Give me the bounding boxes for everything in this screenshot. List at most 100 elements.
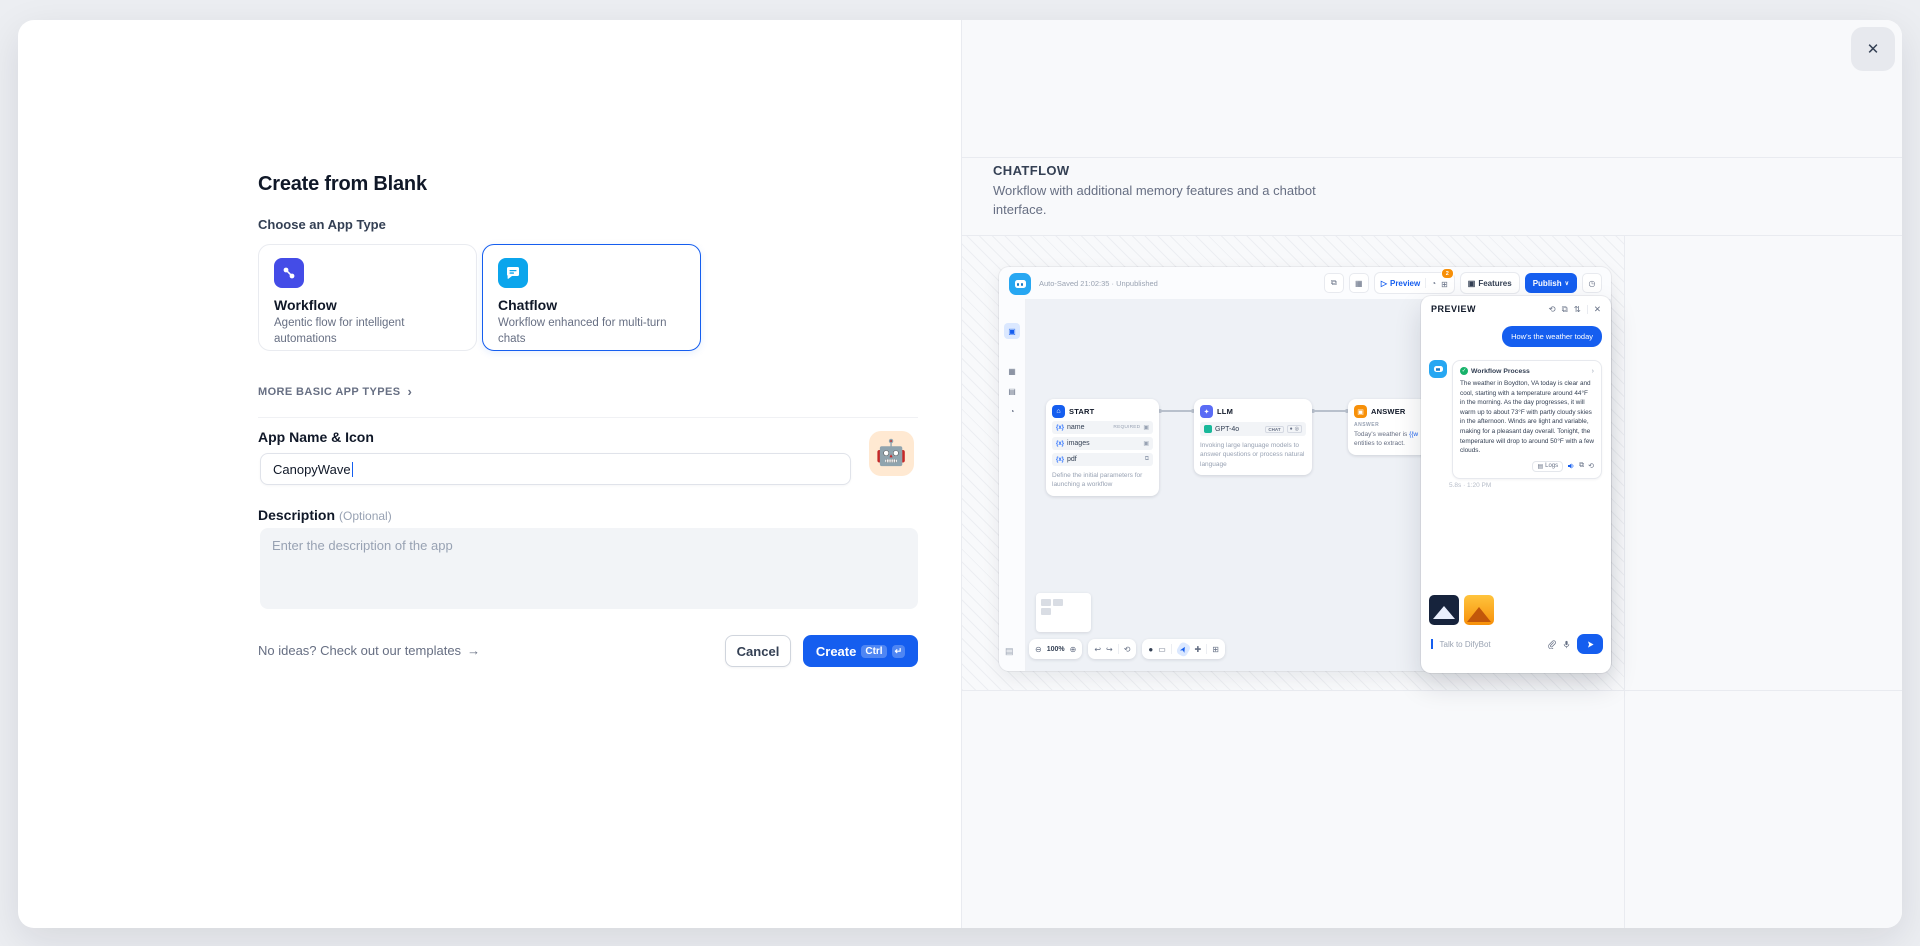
start-node-icon: ⌂: [1052, 405, 1065, 418]
field-type-icon: ▣: [1143, 424, 1149, 431]
bot-message-card: ✓ Workflow Process › The weather in Boyd…: [1452, 360, 1602, 479]
history-icon: ⟲: [1124, 645, 1131, 654]
app-name-value: CanopyWave: [273, 462, 351, 477]
editor-grid-button: ▦: [1349, 273, 1369, 293]
templates-link[interactable]: No ideas? Check out our templates →: [258, 643, 480, 658]
chevron-right-icon: ›: [1592, 368, 1594, 375]
autosave-status: Auto-Saved 21:02:35 · Unpublished: [1039, 279, 1158, 288]
send-button: [1577, 634, 1603, 654]
enter-key-badge: ↵: [892, 645, 906, 658]
user-message-bubble: How's the weather today: [1502, 326, 1602, 347]
sidebar-notes-icon: ▤: [1004, 383, 1020, 399]
text-cursor: [1431, 639, 1433, 649]
start-field-row: {x} images ▣: [1052, 437, 1153, 450]
toolbar-separator: [1171, 644, 1172, 654]
app-type-name: Chatflow: [498, 297, 685, 313]
arrow-right-icon: →: [467, 643, 480, 658]
expand-icon: ⧉: [1562, 304, 1568, 315]
paperclip-icon: [1547, 640, 1556, 649]
zoom-level: 100%: [1047, 646, 1065, 653]
settings-icon: ⇅: [1574, 304, 1581, 315]
copy-icon: ⧉: [1579, 462, 1584, 470]
canvas-minimap: [1036, 593, 1091, 632]
start-node-title: START: [1069, 407, 1094, 416]
notification-badge: 2: [1441, 268, 1454, 279]
chat-input-placeholder: Talk to DifyBot: [1440, 640, 1542, 649]
app-type-section-label: Choose an App Type: [258, 217, 386, 232]
auto-layout-icon: ⊞: [1212, 645, 1219, 654]
zoom-in-icon: ⊕: [1070, 645, 1077, 654]
chevron-right-icon: ›: [407, 387, 412, 397]
answer-node-title: ANSWER: [1371, 407, 1406, 416]
create-button[interactable]: Create Ctrl ↵: [803, 635, 918, 667]
app-type-card-chatflow[interactable]: Chatflow Workflow enhanced for multi-tur…: [482, 244, 701, 351]
grid-line: [962, 690, 1902, 691]
model-name: GPT-4o: [1215, 426, 1262, 433]
chatflow-icon: [498, 258, 528, 288]
mic-icon: [1562, 640, 1571, 649]
add-node-icon: ●: [1148, 645, 1153, 654]
window-icon: ⧉: [1331, 278, 1337, 288]
play-icon: ▷: [1381, 279, 1387, 288]
llm-node-title: LLM: [1217, 407, 1233, 416]
model-provider-icon: [1204, 425, 1212, 433]
app-name-input[interactable]: CanopyWave: [260, 453, 851, 485]
robot-face-icon: [1015, 280, 1026, 288]
more-app-types-link[interactable]: MORE BASIC APP TYPES ›: [258, 386, 412, 398]
clock-icon: ◷: [1589, 279, 1596, 288]
variable-icon: {x}: [1056, 441, 1064, 447]
zoom-out-icon: ⊖: [1035, 645, 1042, 654]
editor-features-button: ▣ Features: [1460, 272, 1520, 294]
modal-title: Create from Blank: [258, 173, 427, 196]
app-type-desc: Agentic flow for intelligent automations: [274, 316, 449, 347]
sunset-mountain-thumbnail: [1464, 595, 1494, 625]
text-cursor: [352, 462, 354, 477]
llm-node: ✦ LLM GPT-4o CHAT ● ◎ Invoking large lan…: [1194, 399, 1312, 475]
app-type-desc: Workflow enhanced for multi-turn chats: [498, 316, 673, 347]
variable-icon: {x}: [1056, 457, 1064, 463]
start-field-row: {x} pdf ⧉: [1052, 453, 1153, 466]
caret-down-icon: ∨: [1565, 280, 1569, 287]
chat-mode-badge: CHAT: [1265, 426, 1283, 433]
canvas-toolbar: ⊖ 100% ⊕ ↩ ↪ ⟲ ● ▭ ➤ ✚: [1029, 639, 1225, 659]
toolbar-separator: [1425, 278, 1426, 288]
workflow-process-row: ✓ Workflow Process ›: [1460, 367, 1594, 375]
create-button-label: Create: [816, 644, 856, 659]
zoom-controls: ⊖ 100% ⊕: [1029, 639, 1082, 659]
cancel-button[interactable]: Cancel: [725, 635, 791, 667]
answer-text-line2: entities to extract.: [1354, 440, 1405, 447]
answer-variable-token: {{w: [1409, 431, 1418, 438]
robot-face-icon: [1434, 366, 1443, 373]
app-icon-picker[interactable]: 🤖: [869, 431, 914, 476]
history-controls: ↩ ↪ ⟲: [1088, 639, 1136, 659]
ctrl-key-badge: Ctrl: [861, 645, 886, 658]
node-connector: [1313, 410, 1347, 412]
close-button[interactable]: ✕: [1851, 27, 1895, 71]
templates-link-text: No ideas? Check out our templates: [258, 643, 461, 658]
more-app-types-label: MORE BASIC APP TYPES: [258, 386, 400, 398]
header-separator: [1587, 305, 1588, 314]
page-background: Create from Blank Choose an App Type Wor…: [0, 0, 1920, 946]
editor-window-button: ⧉: [1324, 273, 1344, 293]
toolbar-separator: [1118, 644, 1119, 654]
regenerate-icon: ⟲: [1588, 462, 1594, 470]
frame-icon: ▭: [1158, 645, 1166, 654]
answer-node-icon: ▣: [1354, 405, 1367, 418]
llm-node-desc: Invoking large language models to answer…: [1200, 441, 1306, 469]
description-input[interactable]: [260, 528, 918, 609]
description-section-label: Description (Optional): [258, 507, 392, 523]
app-type-card-workflow[interactable]: Workflow Agentic flow for intelligent au…: [258, 244, 477, 351]
field-name: images: [1067, 440, 1140, 447]
restart-icon: ⟲: [1549, 304, 1556, 315]
variable-icon: {x}: [1056, 425, 1064, 431]
guide-book-icon: ▤: [1005, 646, 1014, 657]
description-label-text: Description: [258, 507, 335, 523]
chat-preview-panel: PREVIEW ⟲ ⧉ ⇅ ✕ How's the weather today …: [1421, 296, 1611, 673]
model-capability-icons: ● ◎: [1287, 425, 1302, 433]
sidebar-image-icon: ▦: [1004, 363, 1020, 379]
chat-input-row: Talk to DifyBot: [1431, 634, 1603, 654]
description-optional-text: (Optional): [339, 509, 392, 523]
chat-panel-title: PREVIEW: [1431, 304, 1543, 314]
editor-preview-button: ▷ Preview: [1381, 279, 1420, 288]
start-field-row: {x} name REQUIRED ▣: [1052, 421, 1153, 434]
